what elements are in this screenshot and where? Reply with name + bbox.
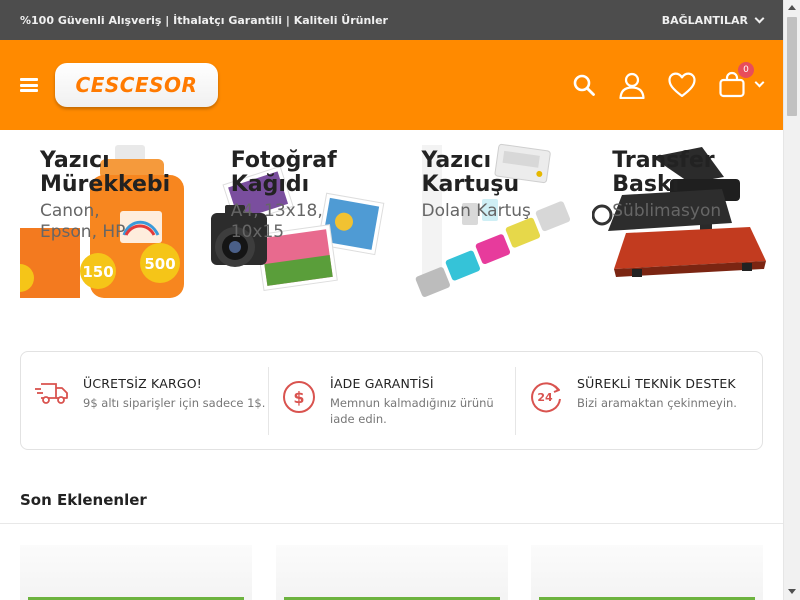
- section-divider: [0, 523, 783, 524]
- section-title: Son Eklenenler: [20, 491, 147, 509]
- product-grid: [20, 545, 763, 600]
- cart-dropdown[interactable]: 0: [718, 62, 765, 99]
- cart-count-badge: 0: [738, 62, 754, 78]
- page: %100 Güvenli Alışveriş | İthalatçı Garan…: [0, 0, 783, 600]
- banner-subtitle: Dolan Kartuş: [421, 201, 531, 221]
- product-card[interactable]: [20, 545, 252, 600]
- feature-desc: Memnun kalmadığınız ürünü iade edin.: [330, 396, 494, 426]
- scrollbar-thumb[interactable]: [787, 17, 797, 116]
- feature-title: ÜCRETSİZ KARGO!: [83, 376, 203, 391]
- heart-icon[interactable]: [668, 72, 696, 98]
- dollar-icon: $: [278, 376, 320, 427]
- banner-subtitle: A4, 13x18, 10x15: [230, 201, 323, 242]
- banner-title: Yazıcı Mürekkebi: [40, 148, 171, 197]
- feature-free-shipping: ÜCRETSİZ KARGO! 9$ altı siparişler için …: [21, 352, 268, 411]
- svg-text:150: 150: [82, 263, 113, 281]
- svg-text:$: $: [293, 388, 304, 407]
- feature-refund: $ İADE GARANTİSİ Memnun kalmadığınız ürü…: [268, 352, 515, 435]
- feature-title: İADE GARANTİSİ: [330, 376, 434, 391]
- scroll-down-arrow[interactable]: [788, 589, 796, 594]
- chevron-down-icon[interactable]: [754, 77, 765, 87]
- links-label: BAĞLANTILAR: [661, 13, 748, 27]
- banner-title: Yazıcı Kartuşu: [421, 148, 520, 197]
- product-card[interactable]: [531, 545, 763, 600]
- header-icons: 0: [572, 40, 765, 130]
- feature-support: 24 SÜREKLİ TEKNİK DESTEK Bizi aramaktan …: [515, 352, 762, 435]
- topbar-tagline: %100 Güvenli Alışveriş | İthalatçı Garan…: [20, 13, 388, 27]
- banner-subtitle: Süblimasyon: [612, 201, 722, 221]
- links-dropdown[interactable]: BAĞLANTILAR: [661, 13, 765, 27]
- feature-title: SÜREKLİ TEKNİK DESTEK: [577, 376, 736, 391]
- product-card[interactable]: [275, 545, 508, 600]
- svg-text:500: 500: [144, 255, 175, 273]
- banner-photo-paper[interactable]: Fotoğraf Kağıdı A4, 13x18, 10x15: [210, 143, 402, 298]
- svg-text:24: 24: [537, 391, 553, 404]
- banner-subtitle: Canon, Epson, HP: [40, 201, 126, 242]
- user-icon[interactable]: [618, 71, 646, 99]
- banner-cartridge[interactable]: Yazıcı Kartuşu Dolan Kartuş: [402, 143, 593, 298]
- search-icon[interactable]: [572, 73, 596, 97]
- banner-transfer[interactable]: Transfer Baskı Süblimasyon: [592, 143, 783, 298]
- menu-icon[interactable]: [20, 78, 38, 92]
- logo-text: CESCESOR: [75, 73, 198, 97]
- support-24-icon: 24: [525, 376, 567, 414]
- chevron-down-icon: [754, 13, 765, 23]
- site-header: CESCESOR 0: [0, 40, 783, 130]
- truck-icon: [31, 376, 73, 411]
- logo[interactable]: CESCESOR: [55, 63, 218, 107]
- top-bar: %100 Güvenli Alışveriş | İthalatçı Garan…: [0, 0, 783, 40]
- scrollbar[interactable]: [783, 0, 800, 600]
- features-box: ÜCRETSİZ KARGO! 9$ altı siparişler için …: [20, 351, 763, 450]
- banner-title: Fotoğraf Kağıdı: [230, 148, 337, 197]
- banner-title: Transfer Baskı: [612, 148, 715, 197]
- feature-desc: Bizi aramaktan çekinmeyin.: [577, 396, 737, 410]
- category-banners: 150 500 Yazıcı Mürekkebi Canon, Epson, HP: [20, 143, 783, 298]
- feature-desc: 9$ altı siparişler için sadece 1$.: [83, 396, 266, 410]
- scroll-up-arrow[interactable]: [788, 5, 796, 10]
- banner-ink[interactable]: 150 500 Yazıcı Mürekkebi Canon, Epson, HP: [20, 143, 211, 298]
